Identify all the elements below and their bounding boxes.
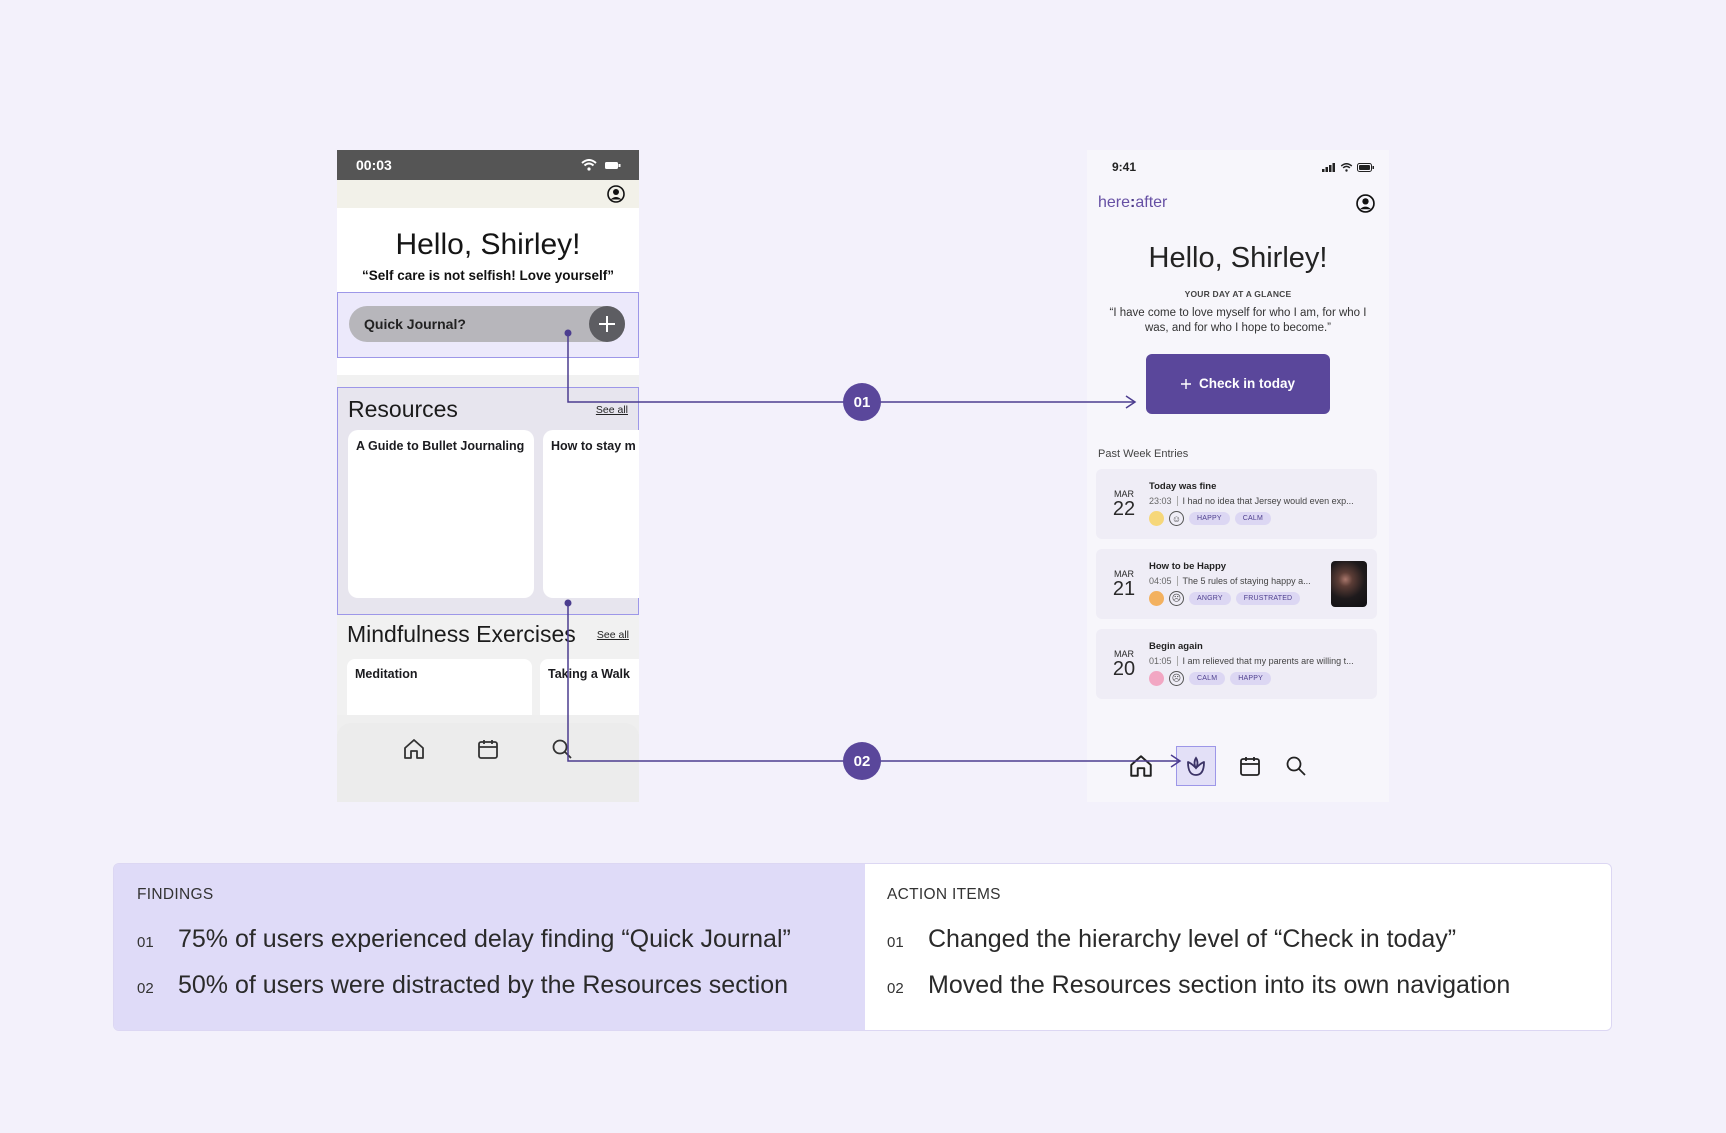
- mood-face-icon: ☺: [1169, 511, 1184, 527]
- plus-icon: [1180, 378, 1191, 389]
- top-bar: here:after: [1087, 184, 1389, 222]
- search-icon[interactable]: [1284, 754, 1308, 778]
- entry-card[interactable]: MAR 21 How to be Happy 04:05 The 5 rules …: [1096, 548, 1377, 619]
- plus-icon[interactable]: [589, 306, 625, 342]
- entry-date: MAR 22: [1112, 488, 1136, 520]
- resources-see-all-link[interactable]: See all: [596, 404, 628, 416]
- mindfulness-title: Mindfulness Exercises: [347, 621, 576, 647]
- mood-tag: CALM: [1234, 512, 1271, 526]
- greeting-section: Hello, Shirley! “Self care is not selfis…: [337, 208, 639, 292]
- exercise-card[interactable]: Meditation: [347, 659, 532, 715]
- action-item: 02 Moved the Resources section into its …: [887, 971, 1611, 1000]
- mood-dot: [1149, 511, 1164, 527]
- entry-date: MAR 21: [1112, 568, 1136, 600]
- profile-icon[interactable]: [607, 185, 625, 203]
- mood-tag: HAPPY: [1189, 512, 1230, 526]
- resources-section: Resources See all A Guide to Bullet Jour…: [337, 387, 639, 615]
- calendar-icon[interactable]: [1238, 754, 1262, 778]
- item-number: 01: [137, 934, 154, 951]
- greeting-quote: “I have come to love myself for who I am…: [1109, 307, 1367, 334]
- bottom-nav: [337, 723, 639, 802]
- battery-icon: [605, 161, 621, 169]
- home-icon[interactable]: [1128, 753, 1154, 779]
- bottom-nav: [1087, 730, 1389, 802]
- lotus-icon: [1187, 756, 1205, 776]
- nav-resources-tab[interactable]: [1176, 746, 1216, 786]
- mindfulness-section: Mindfulness Exercises See all Meditation…: [337, 615, 639, 715]
- status-time: 9:41: [1112, 160, 1137, 174]
- item-text: Changed the hierarchy level of “Check in…: [928, 925, 1457, 953]
- mindfulness-see-all-link[interactable]: See all: [597, 629, 629, 641]
- mood-face-icon: ☹: [1169, 671, 1184, 687]
- findings-title: FINDINGS: [137, 886, 214, 903]
- quick-journal-section: Quick Journal?: [337, 292, 639, 375]
- mood-tag: HAPPY: [1230, 672, 1271, 686]
- entry-excerpt: 23:03 I had no idea that Jersey would eve…: [1149, 496, 1354, 507]
- item-number: 02: [137, 980, 154, 997]
- item-text: Moved the Resources section into its own…: [928, 971, 1511, 999]
- resource-card[interactable]: How to stay m: [543, 430, 639, 598]
- actions-column: ACTION ITEMS 01 Changed the hierarchy le…: [865, 864, 1611, 1030]
- item-text: 50% of users were distracted by the Reso…: [178, 971, 789, 999]
- old-design-screen: 00:03 Hello, Shirley! “Self care is not …: [337, 150, 639, 802]
- item-number: 01: [887, 934, 904, 951]
- greeting-quote: “Self care is not selfish! Love yourself…: [361, 268, 615, 283]
- findings-column: FINDINGS 01 75% of users experienced del…: [114, 864, 865, 1030]
- entry-title: Begin again: [1149, 641, 1203, 653]
- glance-label: YOUR DAY AT A GLANCE: [1184, 289, 1292, 299]
- annotation-badge: 02: [843, 742, 881, 780]
- status-bar: 00:03: [337, 150, 639, 180]
- finding-item: 02 50% of users were distracted by the R…: [137, 971, 865, 1000]
- entry-excerpt: 04:05 The 5 rules of staying happy a...: [1149, 576, 1311, 587]
- greeting-title: Hello, Shirley!: [1148, 242, 1328, 274]
- findings-panel: FINDINGS 01 75% of users experienced del…: [113, 863, 1612, 1031]
- quick-journal-label: Quick Journal?: [364, 316, 466, 332]
- mood-tag: ANGRY: [1189, 592, 1231, 606]
- exercise-card[interactable]: Taking a Walk: [540, 659, 639, 715]
- top-bar: [337, 180, 639, 208]
- check-in-button[interactable]: Check in today: [1146, 353, 1330, 414]
- wifi-icon: [1340, 162, 1353, 172]
- calendar-icon[interactable]: [476, 737, 500, 761]
- new-design-screen: 9:41 here:after Hello, Shirley! YOUR DAY…: [1087, 150, 1389, 802]
- wifi-icon: [581, 159, 597, 171]
- entry-title: Today was fine: [1149, 481, 1217, 493]
- resources-title: Resources: [348, 396, 458, 422]
- entries-list: MAR 22 Today was fine 23:03 I had no idea…: [1087, 468, 1389, 699]
- entry-title: How to be Happy: [1149, 561, 1227, 573]
- entry-date: MAR 20: [1112, 648, 1136, 680]
- check-in-label: Check in today: [1198, 376, 1296, 392]
- entry-card[interactable]: MAR 22 Today was fine 23:03 I had no idea…: [1096, 468, 1377, 539]
- entry-card[interactable]: MAR 20 Begin again 01:05 I am relieved th…: [1096, 628, 1377, 699]
- action-item: 01 Changed the hierarchy level of “Check…: [887, 925, 1611, 954]
- item-text: 75% of users experienced delay finding “…: [178, 925, 791, 953]
- status-bar: 9:41: [1087, 150, 1389, 184]
- past-entries-title: Past Week Entries: [1098, 447, 1189, 460]
- quick-journal-button[interactable]: Quick Journal?: [349, 306, 625, 342]
- mood-tag: CALM: [1189, 672, 1226, 686]
- divider: [337, 375, 639, 387]
- entry-excerpt: 01:05 I am relieved that my parents are w…: [1149, 656, 1354, 667]
- home-icon[interactable]: [402, 737, 426, 761]
- entry-thumbnail: [1331, 560, 1367, 607]
- mood-dot: [1149, 591, 1164, 607]
- mood-dot: [1149, 671, 1164, 687]
- item-number: 02: [887, 980, 904, 997]
- profile-icon[interactable]: [1356, 193, 1375, 213]
- mood-tag: FRUSTRATED: [1235, 592, 1301, 606]
- finding-item: 01 75% of users experienced delay findin…: [137, 925, 865, 954]
- actions-title: ACTION ITEMS: [887, 886, 1001, 903]
- status-time: 00:03: [356, 157, 392, 173]
- search-icon[interactable]: [550, 737, 574, 761]
- mood-face-icon: ☹: [1169, 591, 1184, 607]
- greeting-title: Hello, Shirley!: [395, 228, 581, 261]
- brand-logo[interactable]: here:after: [1098, 194, 1167, 212]
- annotation-badge: 01: [843, 383, 881, 421]
- signal-icon: [1322, 162, 1335, 172]
- resource-card[interactable]: A Guide to Bullet Journaling: [348, 430, 534, 598]
- battery-icon: [1357, 162, 1374, 172]
